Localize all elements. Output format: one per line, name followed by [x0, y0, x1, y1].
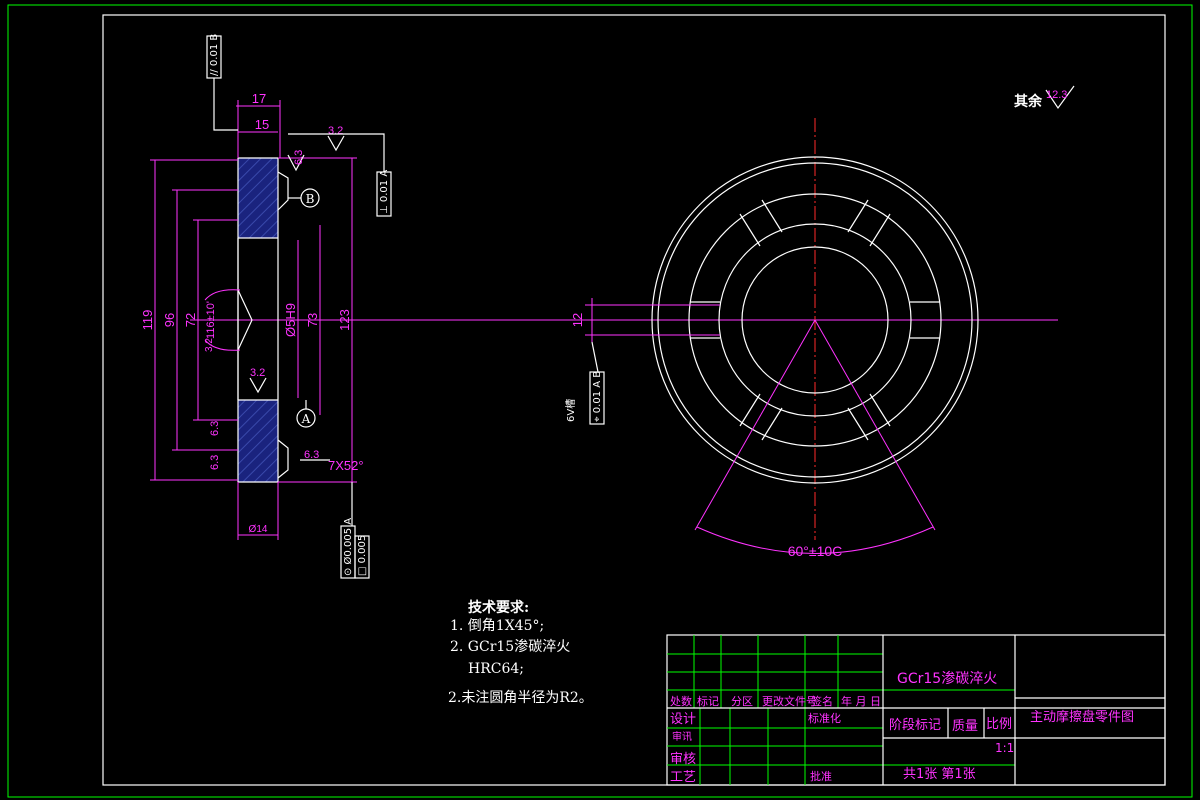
dim-12: 12 [570, 313, 585, 327]
title-block: 处数 标记 分区 更改文件号 签名 年 月 日 设计 审讯 标准化 审核 工艺 … [666, 634, 1166, 786]
rough-63a: 6.3 [293, 150, 305, 165]
tb-standard: 标准化 [808, 711, 841, 725]
tol-runout-2: □ 0.005 [357, 535, 368, 576]
tb-design: 设计 [670, 712, 696, 727]
tb-hdr-2: 标记 [697, 694, 719, 708]
tb-stage-mark: 阶段标记 [889, 718, 941, 733]
datum-a: A [301, 412, 311, 426]
dim-96: 96 [162, 313, 177, 327]
dim-angle: 60°±10C [788, 543, 843, 559]
tb-hdr-1: 处数 [670, 695, 692, 708]
tb-material: GCr15渗碳淬火 [897, 671, 997, 687]
tb-hdr-5: 签名 [811, 694, 833, 708]
front-view: 12 60°±10C ⌖ 0.01 A B 6V槽 其余 12.3 [564, 85, 1075, 559]
dim-116: 116±10' [205, 301, 217, 339]
rough-63d: 6.3 [304, 449, 319, 461]
tech-line-3: HRC64; [468, 661, 524, 677]
side-note: 6V槽 [564, 399, 577, 422]
tb-approve: 批准 [810, 769, 832, 783]
section-view: 119 96 72 116±10' Ø5H9 73 123 17 15 Ø14 … [140, 34, 600, 579]
tb-process: 工艺 [670, 770, 696, 785]
surface-default-label: 其余 [1014, 93, 1043, 110]
surface-default-value: 12.3 [1046, 89, 1067, 101]
section-hatch-upper [237, 157, 279, 239]
rough-32b: 3.2 [328, 125, 343, 137]
tb-weight: 质量 [952, 719, 978, 734]
tech-line-2: 2. GCr15渗碳淬火 [450, 639, 570, 655]
rough-32c: 3.2 [204, 338, 215, 352]
dim-123: 123 [337, 309, 352, 331]
tech-line-4: 2.未注圆角半径为R2。 [448, 690, 593, 706]
tb-part-name: 主动摩擦盘零件图 [1030, 709, 1134, 725]
cad-drawing-canvas: 119 96 72 116±10' Ø5H9 73 123 17 15 Ø14 … [7, 4, 1193, 798]
tb-hdr-4: 更改文件号 [762, 694, 817, 708]
rough-63c: 6.3 [209, 455, 221, 470]
dim-15: 15 [255, 117, 269, 132]
tb-design-sub: 审讯 [672, 730, 692, 743]
dim-119: 119 [140, 310, 155, 331]
tech-title: 技术要求: [468, 599, 529, 616]
dim-73: 73 [305, 313, 320, 327]
dim-14: Ø14 [249, 524, 268, 535]
tb-hdr-6: 年 月 日 [841, 694, 881, 708]
dim-72: 72 [183, 313, 198, 327]
rough-63b: 6.3 [209, 421, 221, 436]
rough-32a: 3.2 [250, 367, 265, 379]
tech-requirements: 技术要求: 1. 倒角1X45°; 2. GCr15渗碳淬火 HRC64; 2.… [448, 599, 593, 706]
tb-sheets: 共1张 第1张 [903, 767, 976, 782]
chamfer-label: 7X52° [328, 458, 364, 473]
tb-scale-value: 1:1 [995, 741, 1014, 755]
section-hatch-lower [237, 399, 279, 483]
tol-position: ⌖ 0.01 A B [592, 371, 603, 422]
dim-5h9: Ø5H9 [283, 303, 298, 337]
tb-scale: 比例 [986, 717, 1012, 732]
tol-parallel: // 0.01 B [209, 34, 220, 76]
tb-hdr-3: 分区 [731, 695, 753, 708]
datum-b: B [306, 192, 315, 206]
tb-review: 审核 [670, 752, 696, 767]
tol-runout-1: ⊙ Ø0.005 A [342, 518, 354, 576]
tol-perp: ⊥ 0.01 A [379, 170, 390, 214]
tech-line-1: 1. 倒角1X45°; [450, 618, 544, 634]
dim-17: 17 [252, 91, 266, 106]
